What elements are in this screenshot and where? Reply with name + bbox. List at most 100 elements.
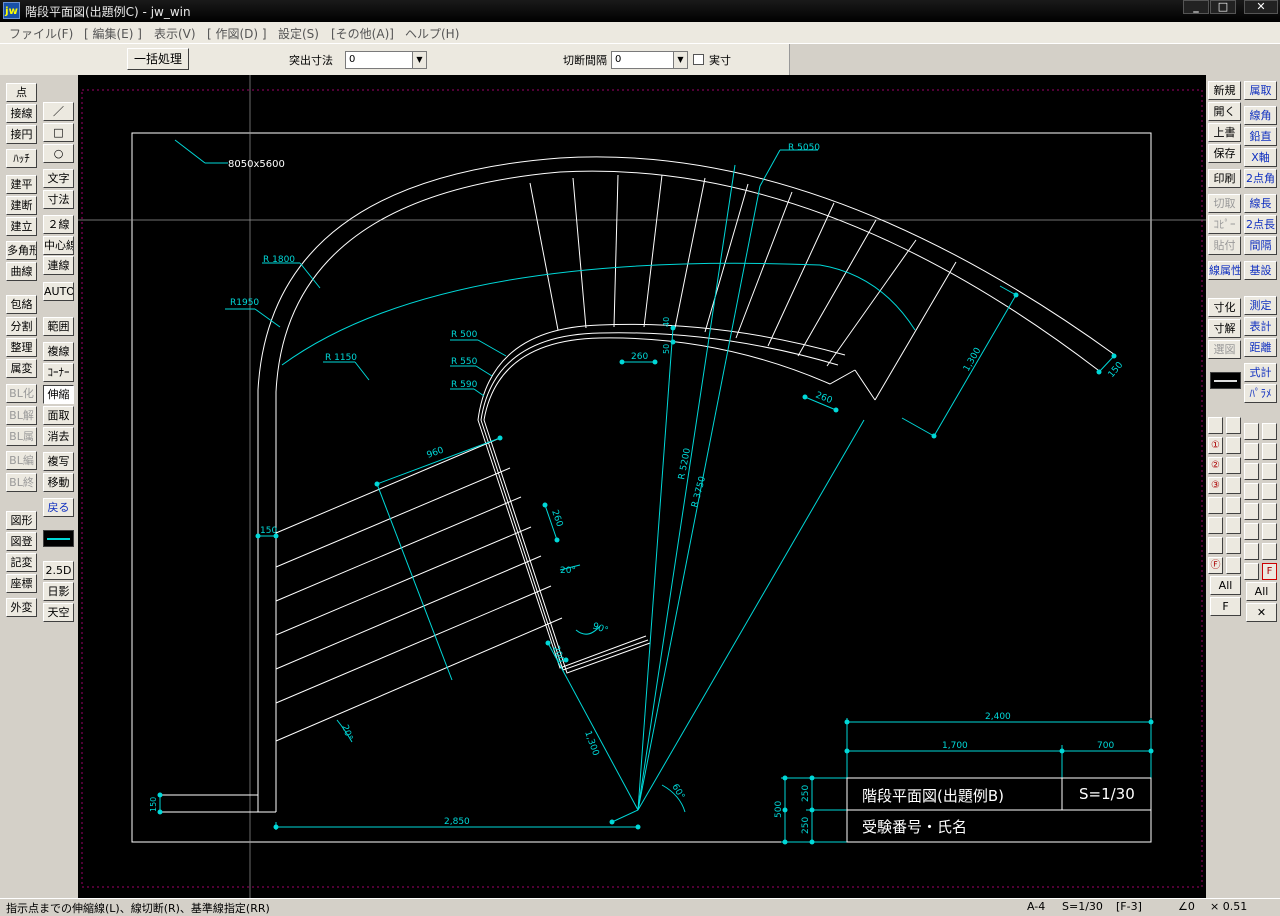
- right-tool-button[interactable]: 寸解: [1208, 319, 1241, 338]
- right-tool-button[interactable]: 基設: [1244, 261, 1277, 280]
- left-tool-button[interactable]: 寸法: [43, 190, 74, 209]
- minimize-icon[interactable]: _: [1183, 0, 1209, 14]
- close-icon[interactable]: ✕: [1246, 603, 1277, 622]
- layer-button[interactable]: [1208, 517, 1223, 534]
- right-tool-button[interactable]: 選図: [1208, 340, 1241, 359]
- status-layer[interactable]: [F-3]: [1116, 900, 1142, 913]
- left-tool-button[interactable]: ２線: [43, 215, 74, 234]
- right-tool-button[interactable]: ｺﾋﾟｰ: [1208, 215, 1241, 234]
- left-tool-button[interactable]: 天空: [43, 603, 74, 622]
- layer-button[interactable]: Ⓕ: [1208, 557, 1223, 574]
- left-tool-button[interactable]: ﾊｯﾁ: [6, 149, 37, 168]
- left-tool-button[interactable]: BL解: [6, 406, 37, 425]
- layer-button[interactable]: [1226, 477, 1241, 494]
- layer-group-button[interactable]: F: [1262, 563, 1277, 580]
- right-tool-button[interactable]: 式計: [1244, 363, 1277, 382]
- layer-button[interactable]: [1226, 417, 1241, 434]
- layer-button[interactable]: [1226, 437, 1241, 454]
- layer-button[interactable]: [1226, 457, 1241, 474]
- left-tool-button[interactable]: BL化: [6, 384, 37, 403]
- menu-help[interactable]: ヘルプ(H): [405, 25, 459, 42]
- layer-group-button[interactable]: [1244, 523, 1259, 540]
- left-tool-button[interactable]: 図登: [6, 532, 37, 551]
- right-tool-button[interactable]: 表計: [1244, 317, 1277, 336]
- layer-button[interactable]: [1226, 557, 1241, 574]
- left-tool-button[interactable]: 図形: [6, 511, 37, 530]
- left-tool-button[interactable]: AUTO: [43, 282, 74, 301]
- line-tool-icon[interactable]: ／: [43, 102, 74, 121]
- left-tool-button[interactable]: 日影: [43, 582, 74, 601]
- actual-size-checkbox[interactable]: [693, 54, 704, 65]
- circle-tool-icon[interactable]: ○: [43, 144, 74, 163]
- left-tool-button[interactable]: 多角形: [6, 241, 37, 260]
- left-tool-button[interactable]: 分割: [6, 317, 37, 336]
- left-tool-button[interactable]: 文字: [43, 169, 74, 188]
- layer-button[interactable]: [1226, 537, 1241, 554]
- layer-button[interactable]: [1226, 517, 1241, 534]
- layer-group-button[interactable]: [1244, 483, 1259, 500]
- layer-button[interactable]: [1226, 497, 1241, 514]
- layer-group-button[interactable]: [1244, 543, 1259, 560]
- left-tool-button[interactable]: 消去: [43, 427, 74, 446]
- group-all-button[interactable]: All: [1246, 582, 1277, 601]
- chevron-down-icon[interactable]: ▼: [412, 52, 426, 68]
- layer-all-button[interactable]: All: [1210, 576, 1241, 595]
- right-tool-button[interactable]: 切取: [1208, 194, 1241, 213]
- right-tool-button[interactable]: 上書: [1208, 123, 1241, 142]
- layer-group-button[interactable]: [1262, 523, 1277, 540]
- right-tool-button[interactable]: ﾊﾟﾗﾒ: [1244, 384, 1277, 403]
- drawing-svg[interactable]: 8050x5600 R 5050 R 1800 R1950 R 1150 R 5…: [78, 75, 1206, 898]
- left-tool-button[interactable]: 建立: [6, 217, 37, 236]
- right-tool-button[interactable]: 保存: [1208, 144, 1241, 163]
- left-tool-button[interactable]: BL終: [6, 473, 37, 492]
- right-tool-button[interactable]: 貼付: [1208, 236, 1241, 255]
- left-tool-button[interactable]: 包絡: [6, 295, 37, 314]
- left-tool-button[interactable]: 整理: [6, 338, 37, 357]
- right-tool-button[interactable]: 属取: [1244, 81, 1277, 100]
- right-tool-button[interactable]: 測定: [1244, 296, 1277, 315]
- left-tool-button[interactable]: 戻る: [43, 498, 74, 517]
- status-zoom[interactable]: × 0.51: [1210, 900, 1247, 913]
- left-tool-button[interactable]: 複線: [43, 342, 74, 361]
- right-tool-button[interactable]: 線長: [1244, 194, 1277, 213]
- cut-gap-combo[interactable]: 0 ▼: [611, 51, 688, 69]
- layer-group-button[interactable]: [1244, 443, 1259, 460]
- right-tool-button[interactable]: 鉛直: [1244, 127, 1277, 146]
- left-tool-button[interactable]: 建断: [6, 196, 37, 215]
- close-icon[interactable]: ✕: [1244, 0, 1278, 14]
- layer-button[interactable]: ③: [1208, 477, 1223, 494]
- layer-group-button[interactable]: [1262, 463, 1277, 480]
- status-angle[interactable]: ∠0: [1178, 900, 1195, 913]
- left-tool-button[interactable]: 曲線: [6, 262, 37, 281]
- menu-settings[interactable]: 設定(S): [278, 25, 319, 42]
- chevron-down-icon[interactable]: ▼: [673, 52, 687, 68]
- left-tool-button[interactable]: 属変: [6, 359, 37, 378]
- rect-tool-icon[interactable]: □: [43, 123, 74, 142]
- layer-group-button[interactable]: [1244, 423, 1259, 440]
- maximize-icon[interactable]: □: [1210, 0, 1236, 14]
- left-tool-button[interactable]: 中心線: [43, 236, 74, 255]
- layer-group-button[interactable]: [1262, 503, 1277, 520]
- menu-draw[interactable]: [ 作図(D) ]: [207, 25, 267, 42]
- left-tool-button[interactable]: 移動: [43, 473, 74, 492]
- layer-group-button[interactable]: [1262, 423, 1277, 440]
- right-tool-button[interactable]: 新規: [1208, 81, 1241, 100]
- status-scale[interactable]: S=1/30: [1062, 900, 1103, 913]
- left-tool-button[interactable]: 面取: [43, 406, 74, 425]
- left-tool-button[interactable]: 伸縮: [43, 385, 74, 404]
- right-tool-button[interactable]: 間隔: [1244, 236, 1277, 255]
- left-tool-button[interactable]: 範囲: [43, 317, 74, 336]
- left-tool-button[interactable]: BL属: [6, 427, 37, 446]
- layer-group-button[interactable]: [1244, 463, 1259, 480]
- layer-group-button[interactable]: [1262, 483, 1277, 500]
- layer-button[interactable]: [1208, 497, 1223, 514]
- left-tool-button[interactable]: 連線: [43, 256, 74, 275]
- layer-f-button[interactable]: F: [1210, 597, 1241, 616]
- right-tool-button[interactable]: 開く: [1208, 102, 1241, 121]
- left-tool-button[interactable]: 座標: [6, 574, 37, 593]
- right-tool-button[interactable]: 2点角: [1244, 169, 1277, 188]
- layer-group-button[interactable]: [1262, 443, 1277, 460]
- batch-process-button[interactable]: 一括処理: [127, 48, 189, 70]
- menu-other[interactable]: [その他(A)]: [331, 25, 394, 42]
- protrude-combo[interactable]: 0 ▼: [345, 51, 427, 69]
